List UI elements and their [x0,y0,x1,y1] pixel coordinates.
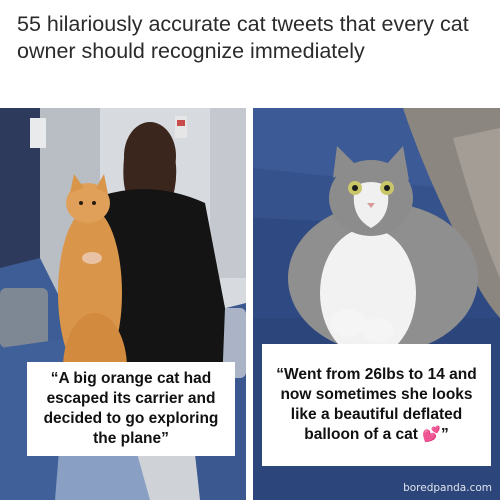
tweet-caption-closing-quote: ” [440,426,449,443]
article-headline: 55 hilariously accurate cat tweets that … [17,12,469,63]
two-hearts-emoji: 💕 [422,426,441,443]
photo-panel-deflated-cat: “Went from 26lbs to 14 and now sometimes… [253,108,500,500]
tweet-caption-deflated: “Went from 26lbs to 14 and now sometimes… [262,344,491,466]
tweet-caption-plane: “A big orange cat had escaped its carrie… [27,362,235,456]
boredpanda-watermark: boredpanda.com [403,482,492,494]
photo-panel-plane-cat: “A big orange cat had escaped its carrie… [0,108,246,500]
